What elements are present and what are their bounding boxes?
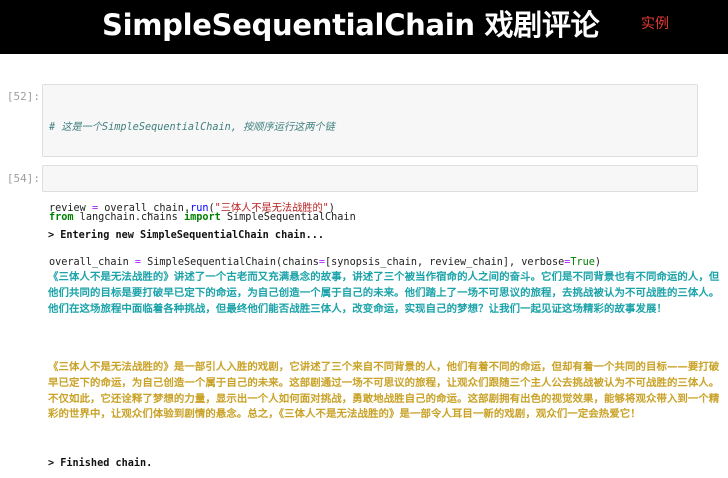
bool-true: True (570, 257, 595, 268)
run-close: ) (328, 203, 335, 214)
title-banner: SimpleSequentialChain 戏剧评论 实例 (0, 0, 728, 54)
assign-args: [synopsis_chain, review_chain], verbose (325, 257, 565, 268)
code-comment: # 这是一个SimpleSequentialChain, 按顺序运行这两个链 (49, 122, 335, 133)
assign-prefix: overall_chain (49, 257, 135, 268)
code-line-run: review = overall_chain.run("三体人不是无法战胜的") (49, 201, 691, 216)
synopsis-output: 《三体人不是无法战胜的》讲述了一个古老而又充满悬念的故事，讲述了三个被当作宿命的… (48, 271, 720, 315)
run-argument: "三体人不是无法战胜的" (214, 203, 329, 214)
banner-title: SimpleSequentialChain 戏剧评论 (102, 8, 600, 42)
output-entering: > Entering new SimpleSequentialChain cha… (48, 230, 325, 241)
output-finished: > Finished chain. (48, 458, 153, 469)
run-lhs: review (49, 203, 92, 214)
banner-tag: 实例 (641, 16, 669, 32)
review-output: 《三体人不是无法战胜的》是一部引人入胜的戏剧，它讲述了三个来自不同背景的人，他们… (48, 361, 720, 421)
run-object: overall_chain. (98, 203, 191, 214)
code-cell[interactable]: review = overall_chain.run("三体人不是无法战胜的") (42, 165, 698, 214)
assign-call: SimpleSequentialChain(chains (141, 257, 319, 268)
code-cell[interactable]: # 这是一个SimpleSequentialChain, 按顺序运行这两个链 f… (42, 84, 698, 268)
cell-prompt: [52]: (6, 90, 40, 103)
cell-prompt: [54]: (6, 172, 40, 185)
assign-close: ) (594, 257, 602, 268)
code-line-assign: overall_chain = SimpleSequentialChain(ch… (49, 255, 691, 270)
run-method: run (190, 203, 209, 214)
code-line-comment: # 这是一个SimpleSequentialChain, 按顺序运行这两个链 (49, 120, 691, 135)
